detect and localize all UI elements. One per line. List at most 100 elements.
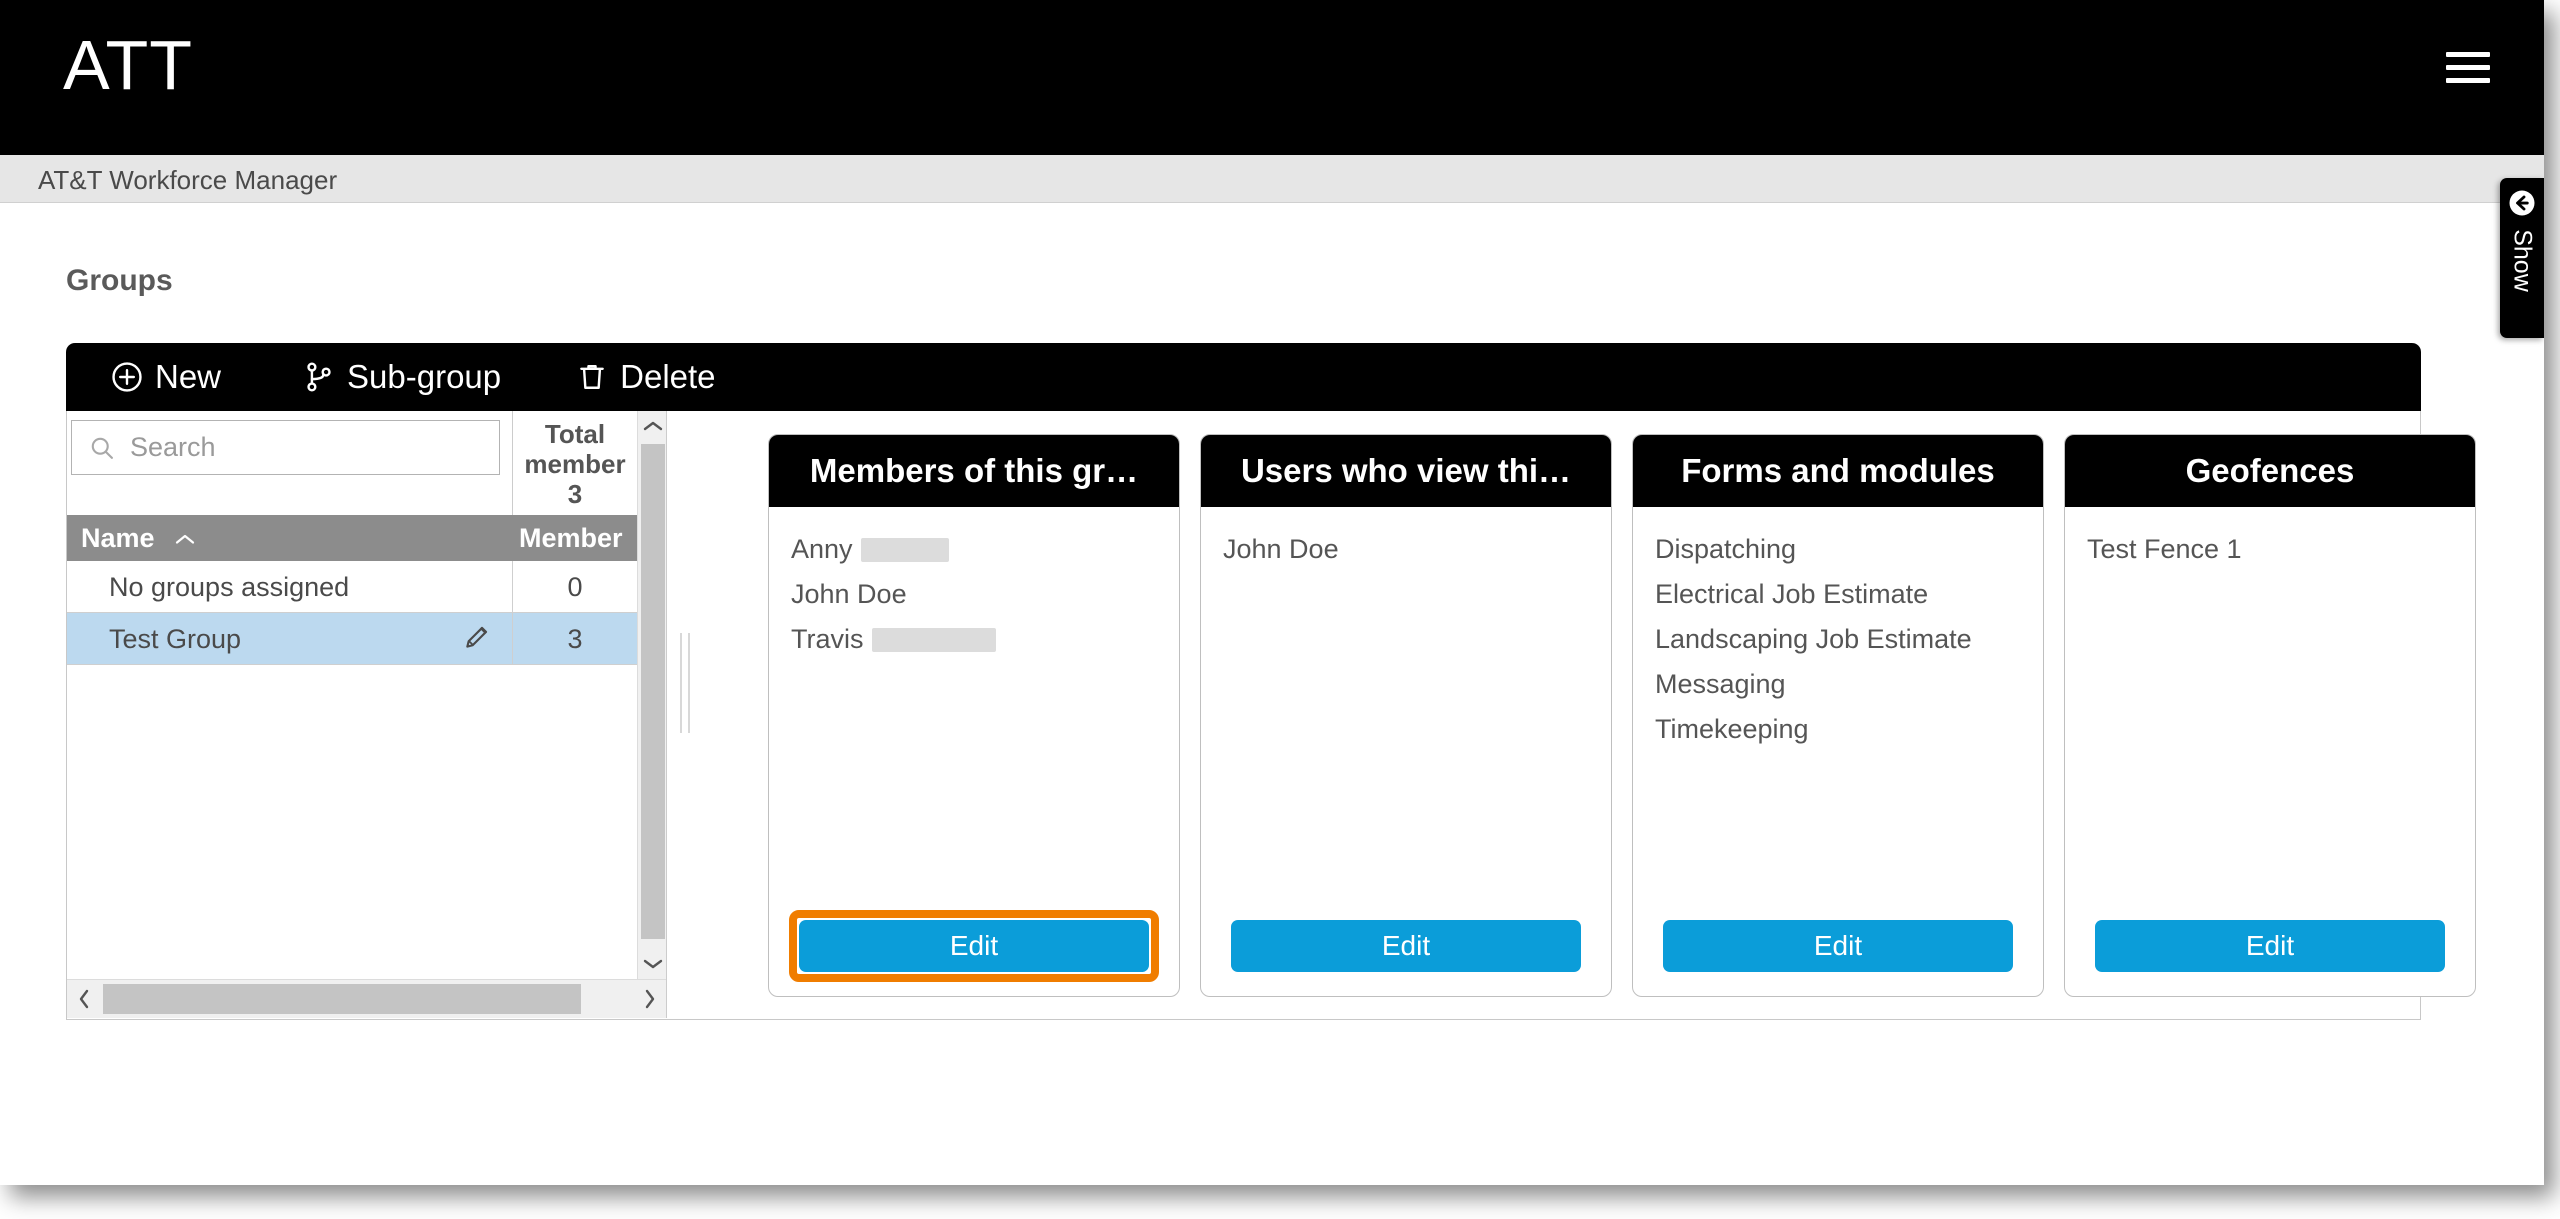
- branch-icon: [307, 362, 331, 392]
- list-item-label: Travis: [791, 624, 864, 654]
- hamburger-line: [2446, 65, 2490, 70]
- chevron-left-icon: [79, 989, 89, 1009]
- splitter-line: [680, 633, 682, 733]
- column-header-member-label: Member: [519, 523, 623, 553]
- groups-panel: Total member 3 Name Member: [66, 411, 2476, 1020]
- list-item-label: Anny: [791, 534, 853, 564]
- app-name-label: AT&T Workforce Manager: [38, 165, 338, 195]
- list-item-label: Electrical Job Estimate: [1655, 579, 1929, 609]
- hamburger-line: [2446, 52, 2490, 57]
- app-window: ATT AT&T Workforce Manager Groups New Su…: [0, 0, 2544, 1185]
- list-item[interactable]: John Doe: [1201, 527, 1611, 572]
- top-bar: ATT: [0, 0, 2544, 155]
- total-member-count: 3: [567, 478, 583, 509]
- hamburger-line: [2446, 78, 2490, 83]
- column-header-name-label: Name: [81, 523, 155, 553]
- grid-column-header-row: Name Member: [67, 515, 637, 561]
- new-button-label: New: [155, 358, 222, 395]
- list-item[interactable]: Travis: [769, 617, 1179, 662]
- plus-circle-icon: [112, 362, 142, 392]
- scroll-down-icon[interactable]: [638, 949, 666, 979]
- page-title: Groups: [66, 264, 173, 297]
- list-item-label: Landscaping Job Estimate: [1655, 624, 1972, 654]
- arrow-left-circle-icon: [2509, 190, 2535, 216]
- column-header-name[interactable]: Name: [81, 523, 198, 554]
- row-name: No groups assigned: [109, 572, 350, 602]
- panel-splitter[interactable]: [667, 411, 703, 1018]
- card-title: Geofences: [2065, 435, 2475, 507]
- sub-header-bar: AT&T Workforce Manager: [0, 155, 2544, 203]
- list-item-label: John Doe: [1223, 534, 1339, 564]
- list-item[interactable]: Electrical Job Estimate: [1633, 572, 2043, 617]
- edit-button[interactable]: Edit: [1663, 920, 2013, 972]
- list-item[interactable]: Messaging: [1633, 662, 2043, 707]
- sort-ascending-icon: [175, 534, 194, 544]
- list-item-label: Messaging: [1655, 669, 1786, 699]
- edit-button[interactable]: Edit: [2095, 920, 2445, 972]
- pencil-edit-icon[interactable]: [462, 621, 494, 660]
- row-member-count: 0: [512, 561, 637, 612]
- list-item[interactable]: Timekeeping: [1633, 707, 2043, 752]
- list-item[interactable]: Test Fence 1: [2065, 527, 2475, 572]
- edit-button[interactable]: Edit: [799, 920, 1149, 972]
- total-member-line2: member: [524, 448, 626, 479]
- card-members: Members of this gr… Anny John Doe Travis: [768, 434, 1180, 997]
- search-input[interactable]: [130, 432, 470, 463]
- edit-button[interactable]: Edit: [1231, 920, 1581, 972]
- brand-logo: ATT: [63, 26, 194, 104]
- card-geofences: Geofences Test Fence 1 Edit: [2064, 434, 2476, 997]
- card-list: Anny John Doe Travis: [769, 507, 1179, 662]
- search-area: [71, 420, 511, 484]
- new-button[interactable]: New: [106, 343, 225, 411]
- delete-button-label: Delete: [620, 358, 716, 395]
- list-item-label: Dispatching: [1655, 534, 1797, 564]
- delete-button[interactable]: Delete: [571, 343, 719, 411]
- trash-icon: [580, 365, 604, 389]
- list-item[interactable]: Anny: [769, 527, 1179, 572]
- vertical-scrollbar[interactable]: [637, 411, 666, 979]
- sub-group-button-label: Sub-group: [347, 358, 502, 395]
- list-item[interactable]: Dispatching: [1633, 527, 2043, 572]
- card-title: Members of this gr…: [769, 435, 1179, 507]
- card-list: Test Fence 1: [2065, 507, 2475, 572]
- horizontal-scrollbar[interactable]: [67, 979, 666, 1018]
- content-area: Groups New Sub-group Delete Search Total…: [0, 204, 2544, 1185]
- table-row[interactable]: No groups assigned 0: [67, 561, 637, 613]
- list-item[interactable]: John Doe: [769, 572, 1179, 617]
- card-viewers: Users who view thi… John Doe Edit: [1200, 434, 1612, 997]
- show-panel-tab[interactable]: Show: [2500, 178, 2544, 338]
- card-title: Users who view thi…: [1201, 435, 1611, 507]
- redacted-text: [871, 627, 996, 652]
- sub-group-button[interactable]: Sub-group: [298, 343, 505, 411]
- card-list: John Doe: [1201, 507, 1611, 572]
- scroll-up-icon[interactable]: [638, 411, 666, 441]
- chevron-down-icon: [643, 959, 663, 969]
- row-member-count: 3: [512, 613, 637, 664]
- column-header-member[interactable]: Member: [519, 523, 623, 554]
- show-panel-label: Show: [2508, 229, 2537, 292]
- list-item-label: John Doe: [791, 579, 907, 609]
- total-member-line1: Total: [544, 419, 606, 449]
- list-item-label: Test Fence 1: [2087, 534, 2242, 564]
- horizontal-scroll-thumb[interactable]: [103, 984, 581, 1014]
- splitter-line: [688, 633, 690, 733]
- pencil-icon: [466, 626, 488, 648]
- vertical-scroll-thumb[interactable]: [641, 444, 665, 939]
- search-icon: [91, 437, 113, 459]
- scroll-right-icon[interactable]: [633, 980, 666, 1018]
- list-item[interactable]: Landscaping Job Estimate: [1633, 617, 2043, 662]
- total-member-header: Total member 3: [512, 411, 637, 515]
- search-box[interactable]: [71, 420, 500, 475]
- card-title: Forms and modules: [1633, 435, 2043, 507]
- detail-cards: Members of this gr… Anny John Doe Travis: [703, 411, 2476, 1018]
- card-forms-modules: Forms and modules Dispatching Electrical…: [1632, 434, 2044, 997]
- card-list: Dispatching Electrical Job Estimate Land…: [1633, 507, 2043, 752]
- chevron-up-icon: [643, 421, 663, 431]
- chevron-right-icon: [645, 989, 655, 1009]
- groups-toolbar: New Sub-group Delete: [66, 343, 2421, 411]
- scroll-left-icon[interactable]: [67, 980, 101, 1018]
- hamburger-icon[interactable]: [2446, 52, 2494, 92]
- table-row[interactable]: Test Group 3: [67, 613, 637, 665]
- row-name: Test Group: [109, 624, 242, 654]
- groups-grid-panel: Total member 3 Name Member: [67, 411, 667, 1018]
